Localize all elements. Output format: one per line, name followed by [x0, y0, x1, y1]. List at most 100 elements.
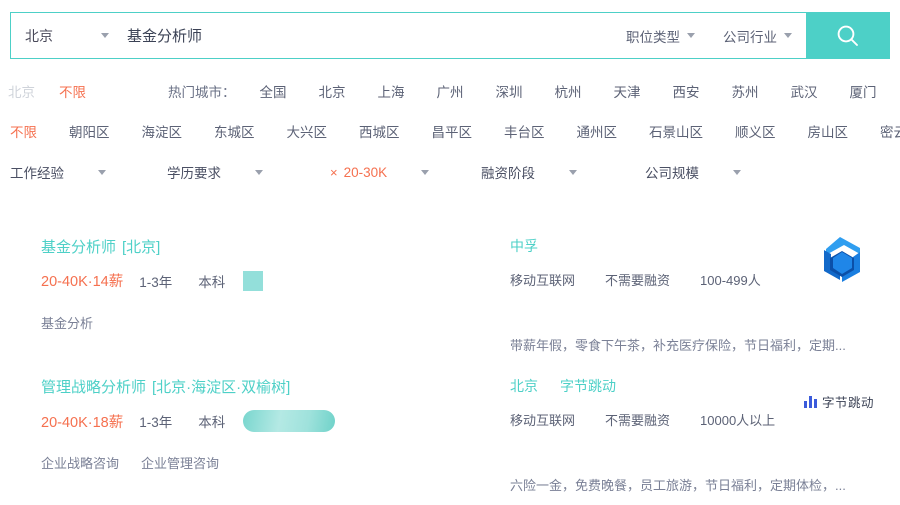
- search-button[interactable]: [806, 13, 889, 58]
- company-welfare: 带薪年假，零食下午茶，补充医疗保险，节日福利，定期...: [510, 338, 846, 353]
- current-city-label: 北京: [8, 85, 35, 100]
- job-location: [北京]: [122, 239, 161, 256]
- search-bar: 北京 职位类型 公司行业: [10, 12, 890, 59]
- hot-city-chip[interactable]: 上海: [376, 85, 407, 100]
- filter-dropdown-label: 20-30K: [343, 164, 388, 180]
- close-icon[interactable]: ×: [330, 165, 338, 180]
- chevron-down-icon: [421, 169, 430, 175]
- filter-dropdown-label: 学历要求: [167, 166, 221, 181]
- industry-label: 公司行业: [723, 29, 777, 45]
- job-tag: 基金分析: [41, 316, 94, 331]
- job-education: 本科: [198, 415, 226, 430]
- search-input[interactable]: [123, 13, 612, 58]
- district-chip[interactable]: 大兴区: [285, 125, 330, 140]
- hot-city-chip[interactable]: 苏州: [730, 85, 761, 100]
- hot-city-chip[interactable]: 北京: [317, 85, 348, 100]
- redacted-placeholder: [243, 270, 264, 291]
- job-location: [北京·海淀区·双榆树]: [152, 379, 291, 396]
- chevron-down-icon: [569, 169, 577, 175]
- city-unlimited-chip[interactable]: 不限: [57, 81, 88, 101]
- district-chip[interactable]: 东城区: [212, 125, 257, 140]
- district-chip[interactable]: 丰台区: [502, 125, 547, 140]
- company-size: 100-499人: [700, 273, 761, 288]
- job-list: 基金分析师 [北京] 20-40K·14薪 1-3年 本科 基金分析 中孚 移动互联网 不需要融…: [0, 214, 900, 494]
- job-experience: 1-3年: [139, 274, 173, 290]
- job-title[interactable]: 基金分析师 [北京]: [41, 236, 471, 257]
- city-filter-row: 北京 不限 热门城市： 全国北京上海广州深圳杭州天津西安苏州武汉厦门长沙成都: [0, 76, 900, 106]
- hot-cities-list: 全国北京上海广州深圳杭州天津西安苏州武汉厦门长沙成都: [236, 81, 900, 101]
- company-logo-text: 字节跳动: [821, 395, 874, 410]
- district-chip[interactable]: 石景山区: [647, 125, 705, 140]
- filter-dropdown[interactable]: 工作经验: [10, 162, 106, 182]
- chevron-down-icon: [687, 33, 695, 38]
- hot-city-chip[interactable]: 广州: [435, 85, 466, 100]
- job-primary-info: 基金分析师 [北京] 20-40K·14薪 1-3年 本科: [41, 236, 471, 291]
- search-icon: [837, 25, 858, 46]
- district-chip[interactable]: 顺义区: [733, 125, 778, 140]
- company-industry: 移动互联网: [510, 413, 576, 428]
- district-chip[interactable]: 房山区: [806, 125, 851, 140]
- chevron-down-icon: [784, 33, 792, 38]
- filter-dropdown-label: 公司规模: [645, 166, 699, 181]
- hot-city-chip[interactable]: 武汉: [789, 85, 820, 100]
- district-chip[interactable]: 密云区: [878, 125, 900, 140]
- district-chip[interactable]: 通州区: [575, 125, 620, 140]
- attribute-filter-row: 工作经验 学历要求 × 20-30K 融资阶段 公司规模: [0, 158, 900, 186]
- hot-cities-label: 热门城市：: [168, 85, 236, 100]
- job-salary: 20-40K·14薪: [41, 274, 124, 290]
- chevron-down-icon: [733, 169, 741, 175]
- company-size: 10000人以上: [700, 413, 776, 428]
- bytedance-bars-icon: [803, 395, 817, 408]
- chevron-down-icon: [98, 169, 106, 175]
- district-chip[interactable]: 西城区: [357, 125, 402, 140]
- filter-dropdown-label: 融资阶段: [481, 166, 535, 181]
- district-chip[interactable]: 海淀区: [140, 125, 185, 140]
- job-meta: 20-40K·18薪 1-3年 本科: [41, 410, 471, 432]
- job-education: 本科: [198, 274, 226, 290]
- hot-city-chip[interactable]: 深圳: [494, 85, 525, 100]
- company-industry: 移动互联网: [510, 273, 576, 288]
- district-list: 朝阳区海淀区东城区大兴区西城区昌平区丰台区通州区石景山区顺义区房山区密云区门头沟…: [39, 121, 900, 141]
- company-funding: 不需要融资: [605, 273, 671, 288]
- job-title-text: 基金分析师: [41, 239, 117, 256]
- filter-dropdown[interactable]: 学历要求: [167, 162, 263, 182]
- job-card[interactable]: 管理战略分析师 [北京·海淀区·双榆树] 20-40K·18薪 1-3年 本科企业战略咨…: [0, 354, 900, 494]
- city-selector-label: 北京: [25, 27, 53, 44]
- filter-dropdown[interactable]: 公司规模: [645, 162, 741, 182]
- job-type-label: 职位类型: [626, 29, 680, 45]
- hot-city-chip[interactable]: 厦门: [848, 85, 879, 100]
- job-meta: 20-40K·14薪 1-3年 本科: [41, 270, 471, 291]
- company-logo: 字节跳动: [796, 388, 882, 414]
- district-unlimited-chip[interactable]: 不限: [8, 121, 39, 141]
- industry-dropdown[interactable]: 公司行业: [709, 13, 806, 58]
- district-chip[interactable]: 朝阳区: [67, 125, 112, 140]
- job-experience: 1-3年: [139, 415, 173, 430]
- chevron-down-icon: [101, 33, 109, 38]
- job-card[interactable]: 基金分析师 [北京] 20-40K·14薪 1-3年 本科基金分析 中孚移动互联网 不需要融…: [0, 214, 900, 354]
- company-name-text: 中孚: [510, 238, 538, 254]
- job-tag: 企业管理咨询: [141, 456, 220, 471]
- filter-dropdown-label: 工作经验: [10, 166, 64, 181]
- company-name-suffix: 字节跳动: [560, 378, 616, 394]
- company-logo: [808, 228, 872, 292]
- hot-city-chip[interactable]: 全国: [258, 85, 289, 100]
- hot-city-chip[interactable]: 西安: [671, 85, 702, 100]
- company-funding: 不需要融资: [605, 413, 671, 428]
- redacted-placeholder: [243, 410, 336, 432]
- chevron-down-icon: [255, 169, 263, 175]
- company-name-text: 北京: [510, 378, 538, 394]
- job-type-dropdown[interactable]: 职位类型: [612, 13, 709, 58]
- job-title[interactable]: 管理战略分析师 [北京·海淀区·双榆树]: [41, 376, 471, 397]
- filter-dropdown[interactable]: 融资阶段: [481, 162, 577, 182]
- hot-city-chip[interactable]: 杭州: [553, 85, 584, 100]
- job-salary: 20-40K·18薪: [41, 414, 124, 431]
- job-primary-info: 管理战略分析师 [北京·海淀区·双榆树] 20-40K·18薪 1-3年 本科: [41, 376, 471, 432]
- city-selector[interactable]: 北京: [11, 13, 123, 58]
- filter-dropdown[interactable]: × 20-30K: [330, 164, 430, 180]
- district-chip[interactable]: 昌平区: [430, 125, 475, 140]
- job-title-text: 管理战略分析师: [41, 379, 147, 396]
- job-tag-list: 企业战略咨询 企业管理咨询: [41, 453, 219, 472]
- hot-city-chip[interactable]: 天津: [612, 85, 643, 100]
- cube-logo-icon: [824, 237, 860, 282]
- job-search-page: 北京 职位类型 公司行业 北京 不限 热门城市： 全国北京上海广州深圳杭州天津西…: [0, 0, 900, 505]
